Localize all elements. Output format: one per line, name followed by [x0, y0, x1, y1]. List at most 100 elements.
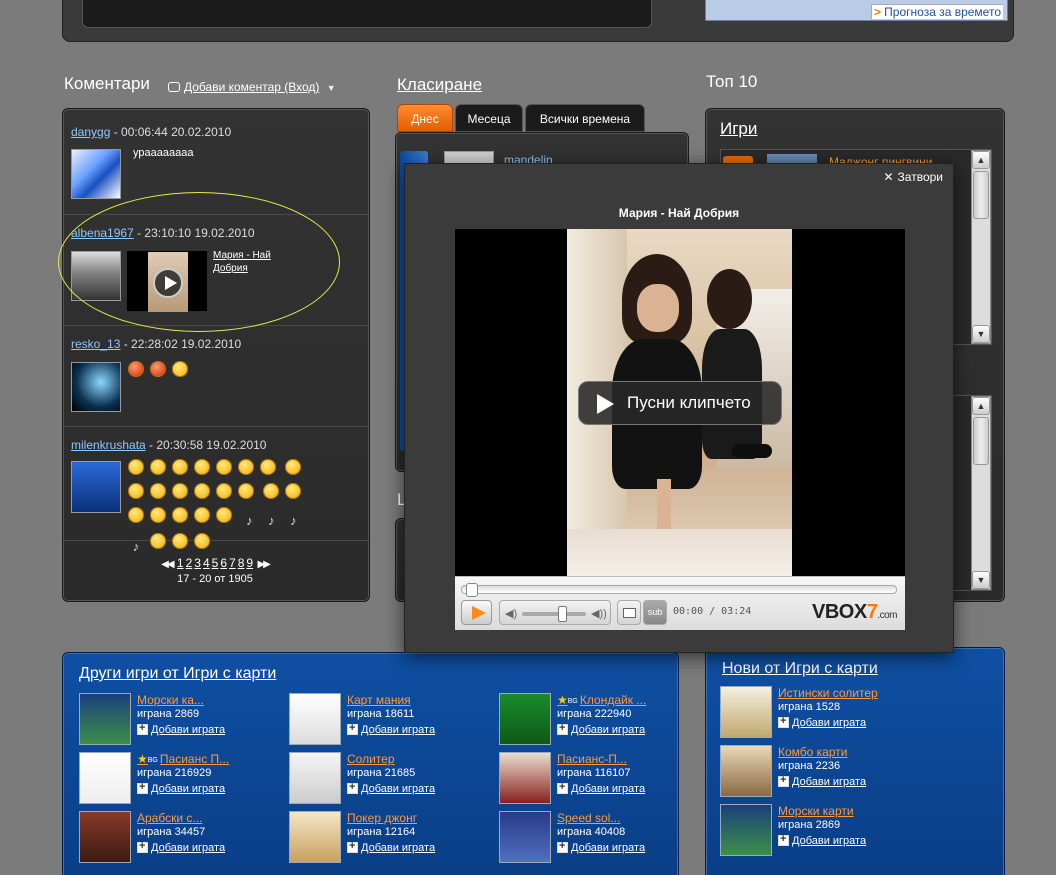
- add-game-link[interactable]: Добави играта: [137, 722, 225, 736]
- subtitles-button[interactable]: sub: [643, 600, 667, 625]
- scrollbar[interactable]: ▲ ▼: [971, 396, 991, 590]
- page-link[interactable]: 4: [203, 556, 210, 570]
- game-title-link[interactable]: Морски ка...: [137, 693, 204, 707]
- tab-today[interactable]: Днес: [397, 104, 453, 132]
- page-link[interactable]: 2: [186, 556, 193, 570]
- game-thumbnail[interactable]: [499, 693, 551, 745]
- scroll-thumb[interactable]: [973, 417, 989, 465]
- tab-all-time[interactable]: Всички времена: [525, 104, 645, 132]
- comment-user-link[interactable]: resko_13: [71, 337, 120, 351]
- game-thumbnail[interactable]: [289, 811, 341, 863]
- game-title-link[interactable]: ★BG Пасианс П...: [137, 752, 229, 766]
- page-link[interactable]: 8: [238, 556, 245, 570]
- game-title-link[interactable]: Комбо карти: [778, 745, 847, 759]
- add-comment-link[interactable]: Добави коментар (Вход) ▼: [168, 80, 336, 94]
- game-title-link[interactable]: Морски карти: [778, 804, 854, 818]
- game-thumbnail[interactable]: [720, 745, 772, 797]
- scroll-up-icon[interactable]: ▲: [972, 397, 990, 415]
- add-game-link[interactable]: Добави играта: [137, 840, 225, 854]
- video-player[interactable]: Пусни клипчето: [455, 229, 905, 576]
- progress-knob[interactable]: [466, 583, 478, 597]
- volume-max-icon[interactable]: ◀)): [591, 607, 607, 620]
- add-game-link[interactable]: Добави играта: [347, 781, 435, 795]
- game-title-link[interactable]: Пасианс-П...: [557, 752, 627, 766]
- page-link[interactable]: 9: [246, 556, 253, 570]
- game-title-link[interactable]: ★BG Клондайк ...: [557, 693, 646, 707]
- scroll-down-icon[interactable]: ▼: [972, 571, 990, 589]
- last-page-icon[interactable]: ▶▶: [257, 559, 270, 570]
- add-game-link[interactable]: Добави играта: [557, 722, 645, 736]
- emoticons: ♪ ♪ ♪ ♪: [125, 457, 305, 557]
- page-link[interactable]: 7: [229, 556, 236, 570]
- scroll-up-icon[interactable]: ▲: [972, 151, 990, 169]
- game-thumbnail[interactable]: [499, 752, 551, 804]
- comment-user-link[interactable]: albena1967: [71, 226, 134, 240]
- add-game-link[interactable]: Добави играта: [347, 722, 435, 736]
- video-thumbnail[interactable]: [127, 251, 207, 312]
- game-item: ★BGПасианс П...играна 216929 Добави играт…: [79, 752, 279, 806]
- volume-knob[interactable]: [558, 606, 567, 622]
- tab-month[interactable]: Месеца: [455, 104, 523, 132]
- page-link[interactable]: 6: [220, 556, 227, 570]
- game-title-link[interactable]: Солитер: [347, 752, 395, 766]
- smiley-icon: [172, 483, 188, 499]
- progress-bar[interactable]: [461, 583, 897, 597]
- page-link[interactable]: 1: [177, 556, 184, 570]
- game-item: ★BGКлондайк ...играна 222940 Добави играт…: [499, 693, 699, 747]
- game-title-link[interactable]: Истински солитер: [778, 686, 878, 700]
- add-game-link[interactable]: Добави играта: [347, 840, 435, 854]
- comment-item: danygg - 00:06:44 20.02.2010 урааааааaa: [63, 109, 369, 215]
- top10-title: Топ 10: [706, 72, 758, 91]
- other-games-title[interactable]: Други игри от Игри с карти: [79, 665, 276, 683]
- game-play-count: играна 34457: [137, 826, 206, 838]
- smiley-icon: [150, 533, 166, 549]
- scroll-thumb[interactable]: [973, 171, 989, 219]
- play-icon[interactable]: [461, 600, 492, 625]
- vbox7-logo[interactable]: VBOX7.com: [812, 601, 897, 624]
- add-game-link[interactable]: Добави играта: [137, 781, 225, 795]
- close-button[interactable]: ✕ Затвори: [883, 170, 943, 184]
- games-title[interactable]: Игри: [720, 119, 757, 139]
- add-game-link[interactable]: Добави играта: [778, 774, 866, 788]
- game-thumbnail[interactable]: [720, 686, 772, 738]
- game-thumbnail[interactable]: [289, 693, 341, 745]
- weather-forecast-link[interactable]: > Прогноза за времето: [870, 4, 1003, 19]
- music-note-icon: ♪: [132, 539, 140, 554]
- add-icon: [557, 722, 568, 735]
- page-link[interactable]: 3: [194, 556, 201, 570]
- scrollbar[interactable]: ▲ ▼: [971, 150, 991, 344]
- add-game-link[interactable]: Добави играта: [778, 715, 866, 729]
- game-thumbnail[interactable]: [79, 811, 131, 863]
- add-icon: [137, 840, 148, 853]
- add-game-link[interactable]: Добави играта: [557, 840, 645, 854]
- game-thumbnail[interactable]: [79, 693, 131, 745]
- page-link[interactable]: 5: [212, 556, 219, 570]
- game-thumbnail[interactable]: [720, 804, 772, 856]
- volume-slider[interactable]: [522, 606, 586, 622]
- new-games-title[interactable]: Нови от Игри с карти: [722, 660, 878, 678]
- avatar[interactable]: [71, 362, 121, 412]
- game-thumbnail[interactable]: [79, 752, 131, 804]
- scroll-down-icon[interactable]: ▼: [972, 325, 990, 343]
- video-title-link[interactable]: Мария - Най Добрия: [213, 249, 293, 275]
- comment-user-link[interactable]: milenkrushata: [71, 438, 146, 452]
- game-title-link[interactable]: Покер джонг: [347, 811, 417, 825]
- ranking-title[interactable]: Класиране: [397, 75, 482, 95]
- add-game-link[interactable]: Добави играта: [778, 833, 866, 847]
- game-title-link[interactable]: Карт мания: [347, 693, 411, 707]
- avatar[interactable]: [71, 251, 121, 301]
- first-page-icon[interactable]: ◀◀: [161, 559, 174, 570]
- fullscreen-icon[interactable]: [617, 600, 641, 625]
- add-game-link[interactable]: Добави играта: [557, 781, 645, 795]
- game-title-link[interactable]: Speed sol...: [557, 811, 620, 825]
- game-thumbnail[interactable]: [289, 752, 341, 804]
- game-title-link[interactable]: Арабски с...: [137, 811, 202, 825]
- play-clip-button[interactable]: Пусни клипчето: [578, 381, 782, 425]
- volume-mute-icon[interactable]: ◀): [505, 607, 517, 620]
- avatar[interactable]: [71, 461, 121, 513]
- game-item: Пасианс-П...играна 116107 Добави играта: [499, 752, 699, 806]
- avatar[interactable]: [71, 149, 121, 199]
- game-item: Морски ка...играна 2869 Добави играта: [79, 693, 279, 747]
- comment-user-link[interactable]: danygg: [71, 125, 110, 139]
- game-thumbnail[interactable]: [499, 811, 551, 863]
